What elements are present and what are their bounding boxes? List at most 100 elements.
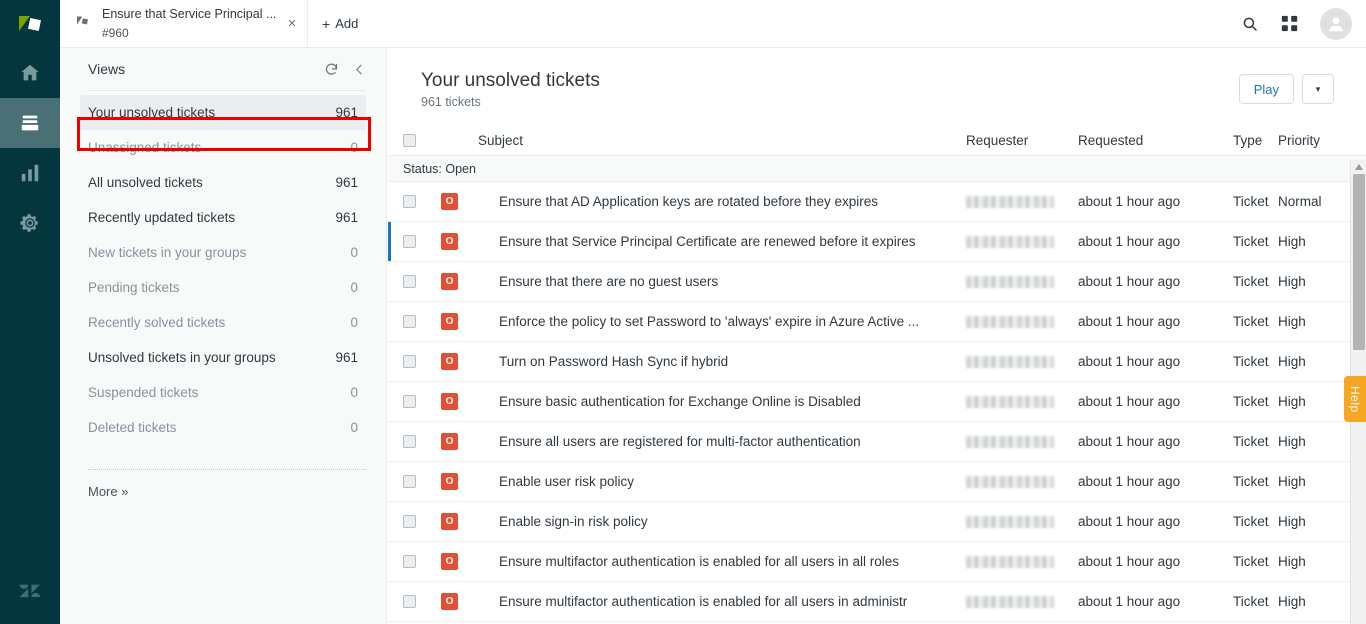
ticket-rows: O Ensure that AD Application keys are ro… (388, 182, 1366, 622)
table-row[interactable]: O Ensure basic authentication for Exchan… (388, 382, 1366, 422)
redacted-requester-name (966, 315, 1054, 328)
more-divider (88, 469, 366, 470)
help-tab-button[interactable]: Help (1344, 376, 1366, 422)
table-row[interactable]: O Enable sign-in risk policy about 1 hou… (388, 502, 1366, 542)
redacted-requester-name (966, 355, 1054, 368)
more-views-link[interactable]: More » (88, 484, 386, 499)
tab-title: Ensure that Service Principal ... (102, 7, 277, 22)
row-checkbox[interactable] (403, 395, 416, 408)
search-button[interactable] (1241, 15, 1259, 33)
requested-cell: about 1 hour ago (1078, 194, 1181, 209)
column-header-requester[interactable]: Requester (966, 133, 1078, 148)
row-checkbox[interactable] (403, 315, 416, 328)
column-header-requested[interactable]: Requested (1078, 133, 1233, 148)
table-row[interactable]: O Ensure that there are no guest users a… (388, 262, 1366, 302)
sidebar-item-all-unsolved-tickets[interactable]: All unsolved tickets 961 (80, 165, 366, 200)
chevron-left-icon (356, 64, 362, 74)
ticket-subject-cell: Ensure that there are no guest users (478, 274, 966, 289)
add-tab-button[interactable]: + Add (322, 0, 358, 47)
requested-cell: about 1 hour ago (1078, 514, 1181, 529)
status-badge: O (441, 273, 458, 290)
collapse-sidebar-button[interactable] (353, 63, 366, 76)
select-all-checkbox[interactable] (403, 134, 416, 147)
view-count: 0 (350, 140, 358, 155)
sidebar-item-new-tickets-in-your-groups[interactable]: New tickets in your groups 0 (80, 235, 366, 270)
user-avatar[interactable] (1320, 7, 1352, 40)
row-select-cell: O (403, 433, 478, 450)
column-header-type[interactable]: Type (1233, 133, 1278, 148)
ticket-subject: Ensure that there are no guest users (499, 274, 719, 289)
list-header: Your unsolved tickets 961 tickets Play ▾ (388, 48, 1366, 126)
ticket-list-panel: Your unsolved tickets 961 tickets Play ▾… (388, 48, 1366, 624)
table-row[interactable]: O Enable user risk policy about 1 hour a… (388, 462, 1366, 502)
column-header-priority[interactable]: Priority (1278, 133, 1366, 148)
sidebar-item-unsolved-tickets-in-your-groups[interactable]: Unsolved tickets in your groups 961 (80, 340, 366, 375)
requester-cell (966, 195, 1078, 208)
row-checkbox[interactable] (403, 355, 416, 368)
close-tab-button[interactable]: × (277, 15, 307, 32)
type-cell: Ticket (1233, 354, 1269, 369)
row-select-cell: O (403, 233, 478, 250)
ticket-subject: Ensure multifactor authentication is ena… (499, 554, 899, 569)
play-options-button[interactable]: ▾ (1302, 74, 1334, 104)
product-logo (0, 0, 60, 48)
zendesk-footer-logo (0, 570, 60, 616)
table-row[interactable]: O Enforce the policy to set Password to … (388, 302, 1366, 342)
refresh-views-button[interactable] (324, 62, 339, 77)
row-checkbox[interactable] (403, 195, 416, 208)
row-checkbox[interactable] (403, 515, 416, 528)
view-count: 961 (335, 105, 358, 120)
ticket-tab-icon (74, 12, 92, 35)
row-select-cell: O (403, 553, 478, 570)
row-checkbox[interactable] (403, 595, 416, 608)
table-row[interactable]: O Ensure multifactor authentication is e… (388, 582, 1366, 622)
open-ticket-tab[interactable]: Ensure that Service Principal ... #960 × (60, 0, 308, 47)
sidebar-item-pending-tickets[interactable]: Pending tickets 0 (80, 270, 366, 305)
play-button[interactable]: Play (1238, 74, 1294, 104)
views-title: Views (88, 61, 126, 77)
row-checkbox[interactable] (403, 275, 416, 288)
row-checkbox[interactable] (403, 555, 416, 568)
topbar-actions (1241, 0, 1352, 47)
redacted-requester-name (966, 515, 1054, 528)
table-row[interactable]: O Ensure that AD Application keys are ro… (388, 182, 1366, 222)
row-checkbox[interactable] (403, 435, 416, 448)
ticket-subject: Turn on Password Hash Sync if hybrid (499, 354, 729, 369)
sidebar-item-recently-updated-tickets[interactable]: Recently updated tickets 961 (80, 200, 366, 235)
requested-cell: about 1 hour ago (1078, 274, 1181, 289)
apps-button[interactable] (1281, 15, 1298, 32)
column-header-subject[interactable]: Subject (478, 133, 966, 148)
type-cell: Ticket (1233, 594, 1269, 609)
views-header: Views (60, 48, 386, 90)
type-cell: Ticket (1233, 434, 1269, 449)
row-select-cell: O (403, 273, 478, 290)
view-label: Deleted tickets (88, 420, 177, 435)
status-badge: O (441, 353, 458, 370)
table-row[interactable]: O Ensure all users are registered for mu… (388, 422, 1366, 462)
view-label: New tickets in your groups (88, 245, 247, 260)
sidebar-item-recently-solved-tickets[interactable]: Recently solved tickets 0 (80, 305, 366, 340)
sidebar-item-reporting[interactable] (0, 148, 60, 198)
ticket-subject-cell: Ensure that Service Principal Certificat… (478, 234, 966, 249)
table-row[interactable]: O Turn on Password Hash Sync if hybrid a… (388, 342, 1366, 382)
table-row[interactable]: O Ensure that Service Principal Certific… (388, 222, 1366, 262)
ticket-subject: Ensure all users are registered for mult… (499, 434, 861, 449)
scrollbar-thumb[interactable] (1353, 174, 1365, 350)
sidebar-item-your-unsolved-tickets[interactable]: Your unsolved tickets 961 (80, 95, 366, 130)
redacted-requester-name (966, 435, 1054, 448)
redacted-requester-name (966, 555, 1054, 568)
sidebar-item-home[interactable] (0, 48, 60, 98)
sidebar-item-admin[interactable] (0, 198, 60, 248)
sidebar-item-suspended-tickets[interactable]: Suspended tickets 0 (80, 375, 366, 410)
redacted-requester-name (966, 235, 1054, 248)
row-checkbox[interactable] (403, 475, 416, 488)
sidebar-item-unassigned-tickets[interactable]: Unassigned tickets 0 (80, 130, 366, 165)
sidebar-item-deleted-tickets[interactable]: Deleted tickets 0 (80, 410, 366, 445)
row-checkbox[interactable] (403, 235, 416, 248)
status-badge: O (441, 473, 458, 490)
requested-cell: about 1 hour ago (1078, 394, 1181, 409)
sidebar-item-views[interactable] (0, 98, 60, 148)
status-badge: O (441, 313, 458, 330)
row-select-cell: O (403, 193, 478, 210)
table-row[interactable]: O Ensure multifactor authentication is e… (388, 542, 1366, 582)
